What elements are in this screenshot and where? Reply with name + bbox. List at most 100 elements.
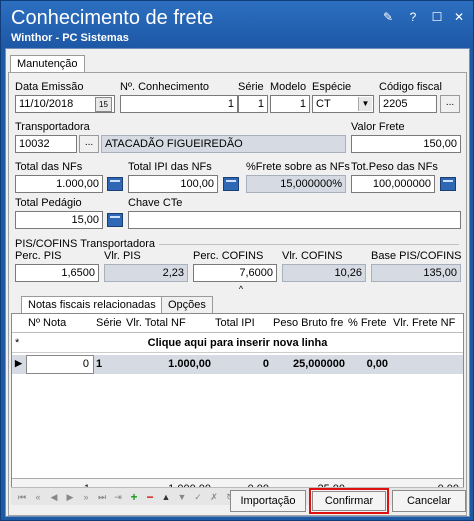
end-icon[interactable]: ⇥ (111, 490, 125, 504)
especie-select[interactable]: CT ▼ (312, 95, 374, 113)
help-icon[interactable]: ? (403, 9, 423, 25)
importacao-label: Importação (240, 495, 296, 507)
calculator-icon[interactable] (223, 177, 239, 191)
app-window: Conhecimento de frete Winthor - PC Siste… (0, 0, 474, 521)
new-row[interactable]: * Clique aqui para inserir nova linha (12, 333, 463, 353)
total-ipi-label: Total IPI das NFs (128, 161, 212, 173)
col-num-nota[interactable]: Nº Nota (28, 314, 66, 333)
add-icon[interactable]: + (127, 490, 141, 504)
row-num-nota[interactable]: 0 (26, 355, 94, 374)
perc-cofins-label: Perc. COFINS (193, 250, 264, 262)
serie-field[interactable]: 1 (238, 95, 268, 113)
transportadora-search-button[interactable]: ... (79, 135, 99, 153)
importacao-button[interactable]: Importação (230, 490, 306, 512)
transportadora-label: Transportadora (15, 121, 90, 133)
table-row[interactable]: ▶ 0 1 1.000,00 0 25,000000 0,00 (12, 355, 463, 374)
chave-cte-field[interactable] (128, 211, 461, 229)
next-page-icon[interactable]: » (79, 490, 93, 504)
data-emissao-label: Data Emissão (15, 81, 84, 93)
modelo-label: Modelo (270, 81, 307, 93)
grid-header: Nº Nota Série Vlr. Total NF Total IPI Pe… (12, 314, 463, 333)
num-conhecimento-field[interactable]: 1 (120, 95, 238, 113)
total-nfs-label: Total das NFs (15, 161, 83, 173)
chave-cte-label: Chave CTe (128, 197, 183, 209)
pis-cofins-group-label: PIS/COFINS Transportadora (15, 238, 155, 250)
vlr-cofins-label: Vlr. COFINS (282, 250, 343, 262)
total-nfs-field[interactable]: 1.000,00 (15, 175, 103, 193)
group-divider (159, 244, 459, 245)
calendar-icon[interactable]: 15 (95, 97, 112, 112)
calculator-icon[interactable] (107, 177, 123, 191)
num-conhecimento-label: Nº. Conhecimento (120, 81, 210, 93)
window-subtitle: Winthor - PC Sistemas (11, 32, 129, 44)
edit-icon[interactable]: ✎ (378, 9, 398, 25)
cancelar-label: Cancelar (406, 495, 452, 507)
last-record-icon[interactable]: ⏭ (95, 490, 109, 504)
chevron-down-icon[interactable]: ▼ (358, 97, 372, 111)
transportadora-codigo-field[interactable]: 10032 (15, 135, 77, 153)
tab-manutencao[interactable]: Manutenção (10, 55, 85, 73)
serie-label: Série (238, 81, 264, 93)
delete-icon[interactable]: − (143, 490, 157, 504)
check-icon[interactable]: ✓ (191, 490, 205, 504)
col-peso-bruto[interactable]: Peso Bruto fre (273, 314, 343, 333)
total-pedagio-field[interactable]: 15,00 (15, 211, 103, 229)
tab-opcoes[interactable]: Opções (161, 296, 213, 314)
transportadora-nome-field: ATACADÃO FIGUEIREDÃO (101, 135, 346, 153)
col-vlr-frete-nf[interactable]: Vlr. Frete NF (393, 314, 455, 333)
perc-pis-label: Perc. PIS (15, 250, 62, 262)
prev-page-icon[interactable]: « (31, 490, 45, 504)
especie-label: Espécie (312, 81, 352, 93)
maximize-icon[interactable]: ☐ (427, 9, 447, 25)
row-peso[interactable]: 25,000000 (273, 358, 345, 370)
chevron-up-icon[interactable]: ^ (235, 285, 247, 294)
first-record-icon[interactable]: ⏮ (15, 490, 29, 504)
tot-peso-field[interactable]: 100,000000 (351, 175, 435, 193)
up-icon[interactable]: ▲ (159, 490, 173, 504)
calculator-icon[interactable] (440, 177, 456, 191)
row-pointer-icon: ▶ (15, 358, 22, 368)
cancel-edit-icon[interactable]: ✗ (207, 490, 221, 504)
perc-frete-field: 15,000000% (246, 175, 346, 193)
col-perc-frete[interactable]: % Frete (348, 314, 387, 333)
col-vlr-total-nf[interactable]: Vlr. Total NF (126, 314, 186, 333)
new-row-text[interactable]: Clique aqui para inserir nova linha (12, 337, 463, 349)
tot-peso-label: Tot.Peso das NFs (351, 161, 438, 173)
col-serie[interactable]: Série (96, 314, 122, 333)
vlr-pis-label: Vlr. PIS (104, 250, 141, 262)
down-icon[interactable]: ▼ (175, 490, 189, 504)
especie-value: CT (316, 98, 331, 110)
perc-frete-label: %Frete sobre as NFs (246, 161, 350, 173)
row-perc-frete[interactable]: 0,00 (348, 358, 388, 370)
base-pis-cofins-field: 135,00 (371, 264, 461, 282)
base-pis-cofins-label: Base PIS/COFINS (371, 250, 462, 262)
close-icon[interactable]: ✕ (449, 9, 469, 25)
data-emissao-value: 11/10/2018 (19, 98, 74, 110)
total-ipi-field[interactable]: 100,00 (128, 175, 218, 193)
valor-frete-field[interactable]: 150,00 (351, 135, 461, 153)
vlr-cofins-field: 10,26 (282, 264, 366, 282)
codigo-fiscal-label: Código fiscal (379, 81, 442, 93)
prev-record-icon[interactable]: ◀ (47, 490, 61, 504)
codigo-fiscal-field[interactable]: 2205 (379, 95, 437, 113)
row-serie[interactable]: 1 (96, 358, 102, 370)
notas-grid: Nº Nota Série Vlr. Total NF Total IPI Pe… (11, 313, 464, 503)
col-total-ipi[interactable]: Total IPI (215, 314, 255, 333)
codigo-fiscal-search-button[interactable]: ... (440, 95, 460, 113)
total-pedagio-label: Total Pedágio (15, 197, 82, 209)
next-record-icon[interactable]: ▶ (63, 490, 77, 504)
vlr-pis-field: 2,23 (104, 264, 188, 282)
tab-notas-fiscais[interactable]: Notas fiscais relacionadas (21, 296, 163, 314)
row-vlr-total[interactable]: 1.000,00 (126, 358, 211, 370)
row-total-ipi[interactable]: 0 (215, 358, 269, 370)
client-area: Manutenção Data Emissão 11/10/2018 15 Nº… (5, 48, 470, 517)
title-bar: Conhecimento de frete Winthor - PC Siste… (1, 1, 473, 47)
confirmar-button[interactable]: Confirmar (309, 488, 389, 514)
manutencao-panel: Data Emissão 11/10/2018 15 Nº. Conhecime… (8, 72, 467, 516)
perc-pis-field[interactable]: 1,6500 (15, 264, 99, 282)
cancelar-button[interactable]: Cancelar (392, 490, 466, 512)
modelo-field[interactable]: 1 (270, 95, 310, 113)
perc-cofins-field[interactable]: 7,6000 (193, 264, 277, 282)
calculator-icon[interactable] (107, 213, 123, 227)
valor-frete-label: Valor Frete (351, 121, 405, 133)
